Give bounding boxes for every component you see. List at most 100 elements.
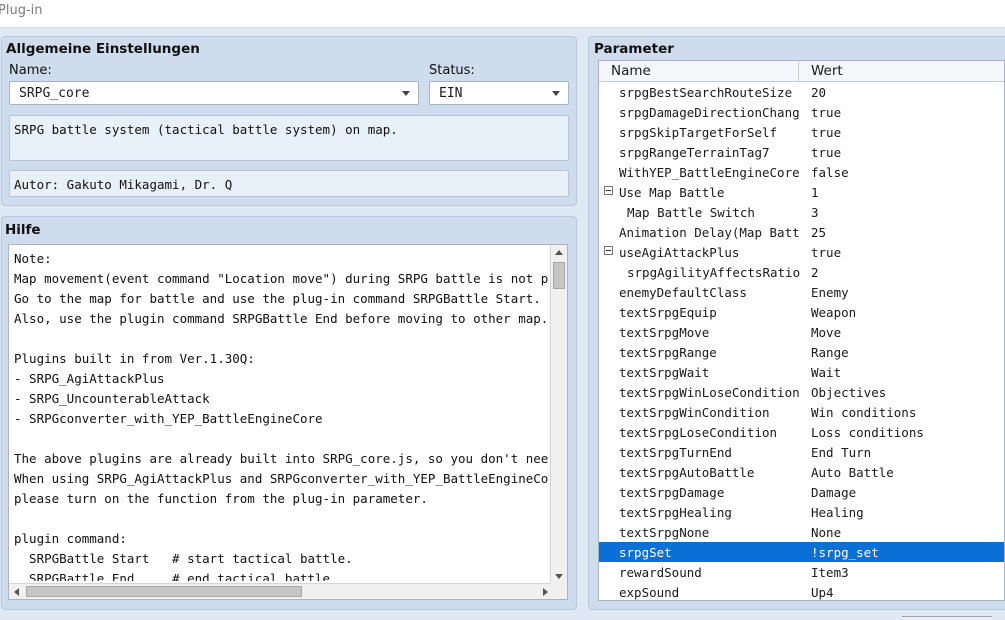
author-field[interactable]: Autor: Gakuto Mikagami, Dr. Q bbox=[9, 170, 569, 197]
collapse-icon[interactable] bbox=[604, 246, 613, 255]
status-label: Status: bbox=[429, 63, 475, 78]
table-row[interactable]: textSrpgWinCondition Win conditions bbox=[599, 402, 1004, 422]
plugin-name-select[interactable]: SRPG_core bbox=[9, 81, 419, 105]
param-name: textSrpgTurnEnd bbox=[619, 445, 732, 460]
help-line: - SRPG_AgiAttackPlus bbox=[14, 371, 165, 386]
collapse-icon[interactable] bbox=[604, 186, 613, 195]
plugin-name-value: SRPG_core bbox=[19, 86, 90, 101]
column-header-name[interactable]: Name bbox=[611, 63, 651, 79]
param-value: Healing bbox=[811, 505, 864, 520]
param-value: Damage bbox=[811, 485, 857, 500]
table-row[interactable]: textSrpgEquip Weapon bbox=[599, 302, 1004, 322]
help-line: SRPGBattle End # end tactical battle. bbox=[14, 571, 338, 581]
help-line: Map movement(event command "Location mov… bbox=[14, 271, 549, 286]
help-line: - SRPGconverter_with_YEP_BattleEngineCor… bbox=[14, 411, 323, 426]
param-value: !srpg_set bbox=[811, 545, 879, 560]
table-row[interactable]: WithYEP_BattleEngineCore false bbox=[599, 162, 1004, 182]
name-label: Name: bbox=[9, 63, 52, 78]
help-line: The above plugins are already built into… bbox=[14, 451, 549, 466]
scroll-left-button[interactable] bbox=[9, 584, 24, 599]
table-row[interactable]: textSrpgWinLoseCondition Objectives bbox=[599, 382, 1004, 402]
table-row[interactable]: textSrpgNone None bbox=[599, 522, 1004, 542]
parameter-table[interactable]: Name Wert srpgBestSearchRouteSize 20 srpgD… bbox=[598, 60, 1005, 601]
table-row[interactable]: srpgDamageDirectionChange true bbox=[599, 102, 1004, 122]
general-settings-panel: Allgemeine Einstellungen Name: Status: S… bbox=[1, 36, 577, 206]
help-line bbox=[14, 329, 549, 349]
table-row[interactable]: rewardSound Item3 bbox=[599, 562, 1004, 582]
general-settings-title: Allgemeine Einstellungen bbox=[6, 41, 200, 57]
table-row[interactable]: srpgSet !srpg_set bbox=[599, 542, 1004, 562]
table-row[interactable]: textSrpgLoseCondition Loss conditions bbox=[599, 422, 1004, 442]
param-name: expSound bbox=[619, 585, 680, 600]
param-value: true bbox=[811, 105, 842, 120]
param-value: Up4 bbox=[811, 585, 834, 600]
param-name: textSrpgMove bbox=[619, 325, 710, 340]
scrollbar-thumb[interactable] bbox=[553, 262, 565, 289]
help-vertical-scrollbar[interactable] bbox=[550, 245, 567, 584]
param-value: 20 bbox=[811, 85, 827, 100]
table-row[interactable]: textSrpgDamage Damage bbox=[599, 482, 1004, 502]
help-line bbox=[14, 509, 549, 529]
arrow-up-icon bbox=[555, 250, 563, 255]
arrow-right-icon bbox=[543, 588, 548, 596]
help-line: - SRPG_UncounterableAttack bbox=[14, 391, 210, 406]
param-name: textSrpgDamage bbox=[619, 485, 725, 500]
param-name: WithYEP_BattleEngineCore bbox=[619, 165, 799, 180]
param-name: Use Map Battle bbox=[619, 185, 725, 200]
ok-button[interactable] bbox=[902, 616, 992, 620]
help-text: Note: Map movement(event command "Locatio… bbox=[14, 249, 549, 581]
table-row[interactable]: textSrpgWait Wait bbox=[599, 362, 1004, 382]
param-name: textSrpgRange bbox=[619, 345, 717, 360]
column-divider[interactable] bbox=[798, 61, 799, 82]
scroll-up-button[interactable] bbox=[551, 245, 567, 260]
table-row[interactable]: textSrpgTurnEnd End Turn bbox=[599, 442, 1004, 462]
parameter-rows: srpgBestSearchRouteSize 20 srpgDamageDirec… bbox=[599, 82, 1004, 600]
param-name: textSrpgNone bbox=[619, 525, 710, 540]
scrollbar-thumb[interactable] bbox=[26, 586, 302, 597]
table-row[interactable]: textSrpgAutoBattle Auto Battle bbox=[599, 462, 1004, 482]
help-horizontal-scrollbar[interactable] bbox=[9, 583, 552, 599]
param-name: textSrpgEquip bbox=[619, 305, 717, 320]
status-select[interactable]: EIN bbox=[429, 81, 569, 105]
table-header: Name Wert bbox=[599, 61, 1004, 82]
param-value: Item3 bbox=[811, 565, 849, 580]
param-name: textSrpgAutoBattle bbox=[619, 465, 755, 480]
arrow-down-icon bbox=[555, 574, 563, 579]
param-name: textSrpgWinLoseCondition bbox=[619, 385, 799, 400]
help-line: Also, use the plugin command SRPGBattle … bbox=[14, 311, 549, 326]
table-row[interactable]: textSrpgRange Range bbox=[599, 342, 1004, 362]
table-row[interactable]: Animation Delay(Map Batt··· 25 bbox=[599, 222, 1004, 242]
param-value: Loss conditions bbox=[811, 425, 924, 440]
help-line: When using SRPG_AgiAttackPlus and SRPGco… bbox=[14, 471, 549, 486]
param-name: textSrpgWinCondition bbox=[619, 405, 770, 420]
param-value: Weapon bbox=[811, 305, 857, 320]
param-value: true bbox=[811, 245, 842, 260]
column-header-value[interactable]: Wert bbox=[811, 63, 843, 79]
table-row[interactable]: expSound Up4 bbox=[599, 582, 1004, 600]
param-name: srpgSet bbox=[619, 545, 672, 560]
param-name: Animation Delay(Map Batt··· bbox=[619, 225, 799, 240]
table-row[interactable]: srpgBestSearchRouteSize 20 bbox=[599, 82, 1004, 102]
table-row[interactable]: srpgSkipTargetForSelf true bbox=[599, 122, 1004, 142]
table-row[interactable]: useAgiAttackPlus true bbox=[599, 242, 1004, 262]
table-row[interactable]: srpgAgilityAffectsRatio 2 bbox=[599, 262, 1004, 282]
title-bar: Plug-in bbox=[0, 0, 1005, 28]
param-value: None bbox=[811, 525, 842, 540]
table-row[interactable]: Use Map Battle 1 bbox=[599, 182, 1004, 202]
table-row[interactable]: enemyDefaultClass Enemy bbox=[599, 282, 1004, 302]
status-value: EIN bbox=[439, 86, 463, 101]
table-row[interactable]: Map Battle Switch 3 bbox=[599, 202, 1004, 222]
table-row[interactable]: srpgRangeTerrainTag7 true bbox=[599, 142, 1004, 162]
param-value: 25 bbox=[811, 225, 827, 240]
scroll-down-button[interactable] bbox=[551, 569, 567, 584]
scrollbar-corner bbox=[550, 583, 567, 599]
help-line: SRPGBattle Start # start tactical battle… bbox=[14, 551, 353, 566]
param-value: 2 bbox=[811, 265, 819, 280]
param-name: srpgDamageDirectionChange bbox=[619, 105, 799, 120]
table-row[interactable]: textSrpgMove Move bbox=[599, 322, 1004, 342]
description-field[interactable]: SRPG battle system (tactical battle syst… bbox=[9, 115, 569, 161]
table-row[interactable]: textSrpgHealing Healing bbox=[599, 502, 1004, 522]
help-line: Note: bbox=[14, 251, 52, 266]
help-text-area[interactable]: Note: Map movement(event command "Locatio… bbox=[8, 244, 568, 600]
param-value: Move bbox=[811, 325, 842, 340]
